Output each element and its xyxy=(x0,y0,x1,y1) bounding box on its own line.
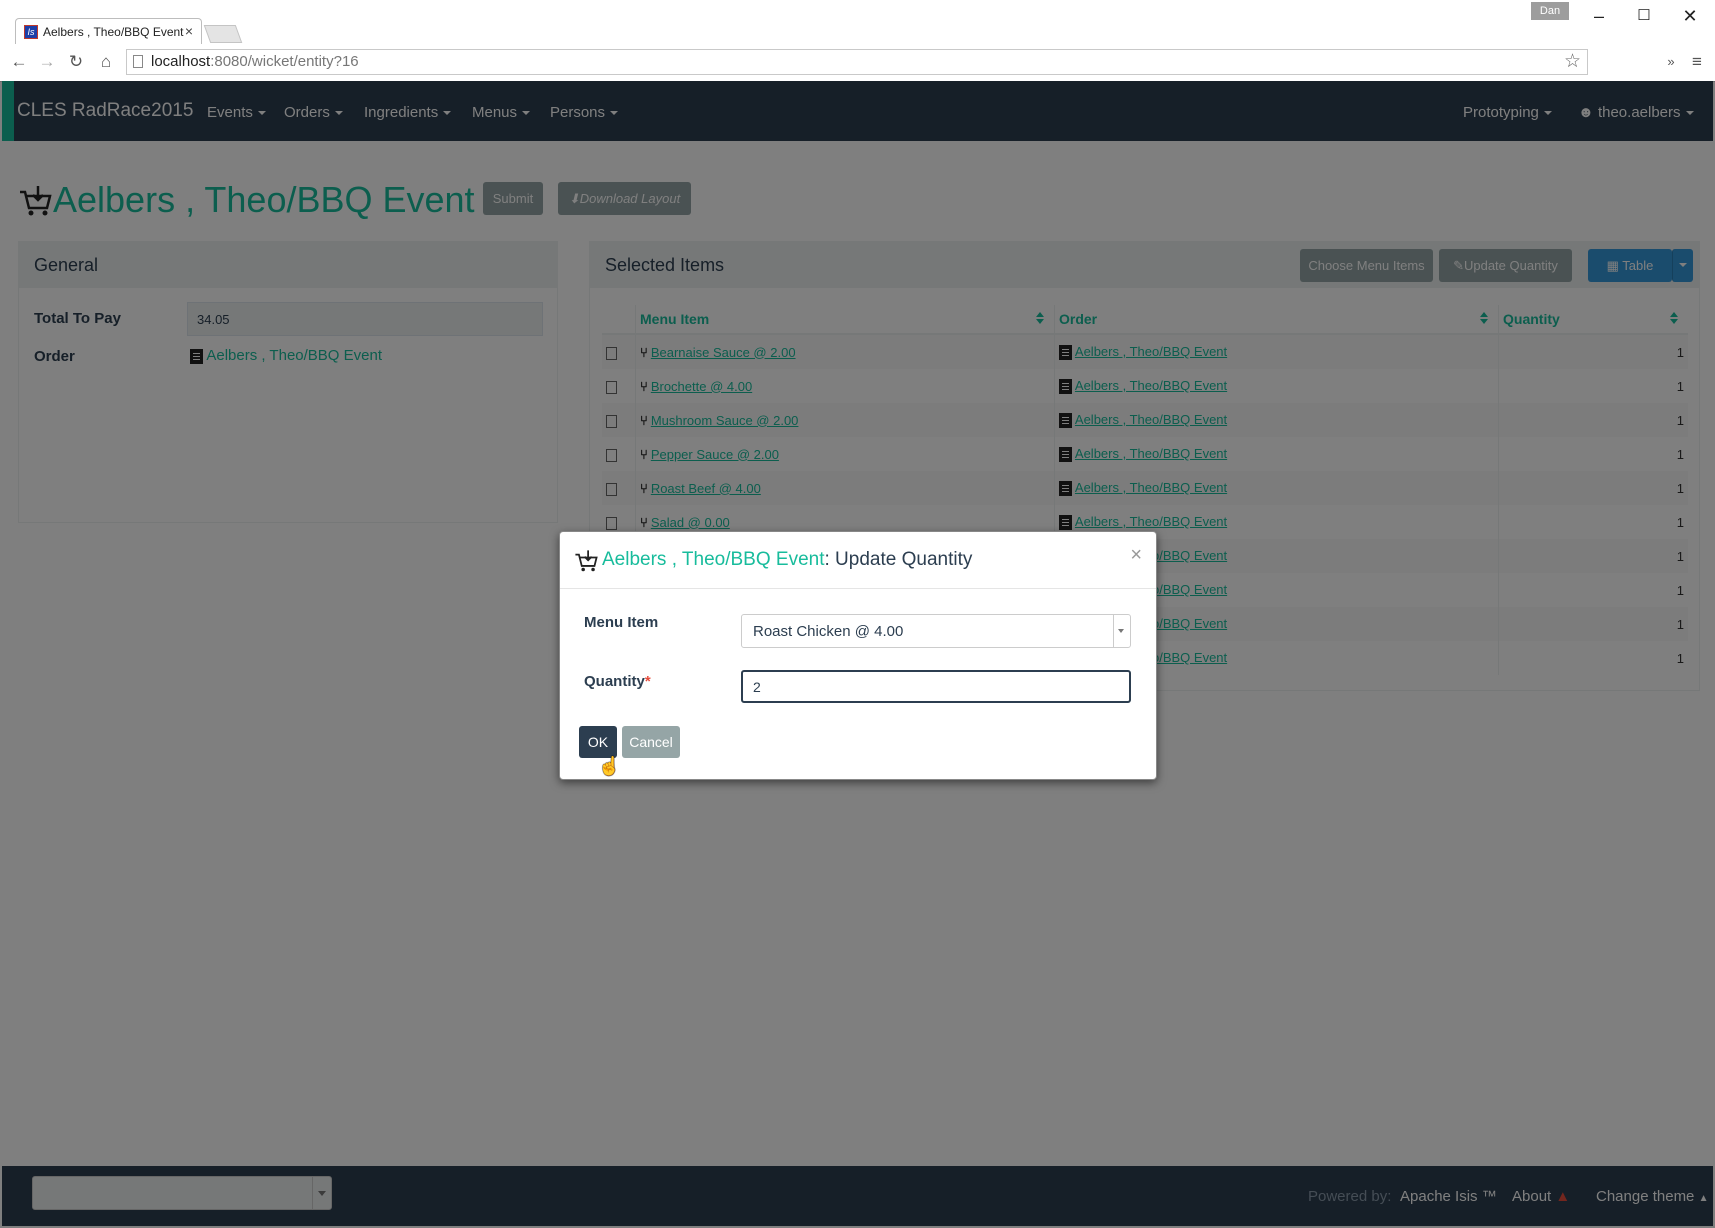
new-tab-button[interactable] xyxy=(203,25,243,43)
hand-cursor-icon: ☝ xyxy=(598,756,621,776)
menu-item-select[interactable]: Roast Chicken @ 4.00 xyxy=(741,614,1131,648)
extensions-chevron-icon[interactable]: » xyxy=(1660,51,1682,73)
favicon-icon: Is xyxy=(24,25,38,39)
home-icon[interactable]: ⌂ xyxy=(95,51,117,73)
minimize-icon[interactable]: – xyxy=(1579,4,1619,28)
forward-icon[interactable]: → xyxy=(36,51,58,73)
address-bar[interactable]: localhost:8080/wicket/entity?16 ☆ xyxy=(126,49,1588,75)
browser-user-badge[interactable]: Dan xyxy=(1531,2,1569,20)
close-tab-icon[interactable]: × xyxy=(185,23,193,39)
page-icon xyxy=(133,55,143,68)
dropdown-arrow-icon xyxy=(1113,615,1130,647)
reload-icon[interactable]: ↻ xyxy=(65,51,87,73)
menu-icon[interactable]: ≡ xyxy=(1686,51,1708,73)
modal-action-name: : Update Quantity xyxy=(824,549,973,570)
browser-tab-title: Aelbers , Theo/BBQ Event xyxy=(43,25,184,39)
back-icon[interactable]: ← xyxy=(8,51,30,73)
browser-toolbar: ← → ↻ ⌂ localhost:8080/wicket/entity?16 … xyxy=(0,44,1715,82)
quantity-label: Quantity* xyxy=(584,673,651,690)
url-host: localhost xyxy=(151,53,211,70)
browser-tabstrip: Is Aelbers , Theo/BBQ Event × Dan – ☐ ✕ xyxy=(0,0,1715,45)
url-path: :8080/wicket/entity?16 xyxy=(210,53,359,70)
bookmark-star-icon[interactable]: ☆ xyxy=(1564,50,1581,74)
cart-icon xyxy=(575,550,598,572)
close-icon[interactable]: × xyxy=(1130,544,1142,567)
ok-button[interactable]: OK xyxy=(579,726,617,758)
quantity-input[interactable] xyxy=(741,670,1131,703)
browser-tab[interactable]: Is Aelbers , Theo/BBQ Event × xyxy=(15,18,202,45)
menu-item-label: Menu Item xyxy=(584,614,659,631)
modal-header: Aelbers , Theo/BBQ Event: Update Quantit… xyxy=(560,532,1156,589)
quantity-label-text: Quantity xyxy=(584,673,645,690)
modal-entity-link[interactable]: Aelbers , Theo/BBQ Event xyxy=(602,549,825,570)
cancel-button[interactable]: Cancel xyxy=(622,726,680,758)
close-window-icon[interactable]: ✕ xyxy=(1670,4,1710,28)
required-mark: * xyxy=(644,673,651,690)
maximize-icon[interactable]: ☐ xyxy=(1624,4,1664,28)
modal-title: Aelbers , Theo/BBQ Event: Update Quantit… xyxy=(602,549,972,571)
update-quantity-dialog: Aelbers , Theo/BBQ Event: Update Quantit… xyxy=(559,531,1157,780)
menu-item-selected-value: Roast Chicken @ 4.00 xyxy=(753,623,904,640)
